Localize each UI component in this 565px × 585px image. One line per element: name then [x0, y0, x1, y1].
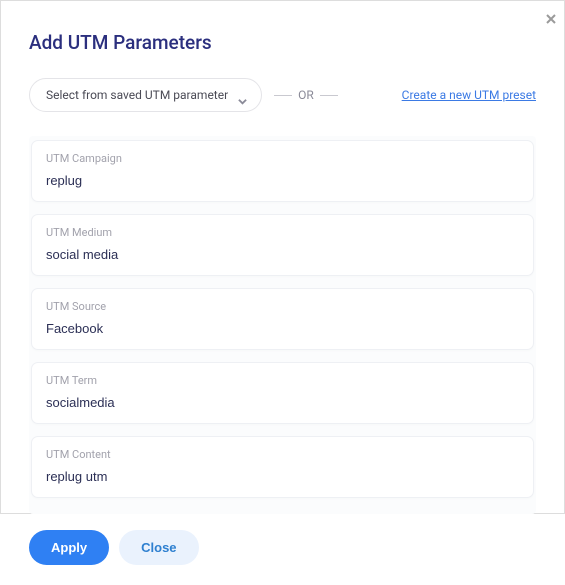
utm-medium-input[interactable]	[46, 247, 519, 262]
preset-row: Select from saved UTM parameter OR Creat…	[29, 78, 536, 112]
create-preset-link[interactable]: Create a new UTM preset	[402, 88, 536, 102]
apply-button[interactable]: Apply	[29, 530, 109, 565]
close-button[interactable]: Close	[119, 530, 198, 565]
field-label: UTM Campaign	[46, 152, 519, 165]
field-label: UTM Source	[46, 300, 519, 313]
utm-medium-field[interactable]: UTM Medium	[31, 214, 534, 276]
field-label: UTM Term	[46, 374, 519, 387]
close-icon[interactable]	[546, 9, 556, 28]
fields-container: UTM Campaign UTM Medium UTM Source UTM T…	[29, 136, 536, 514]
utm-source-field[interactable]: UTM Source	[31, 288, 534, 350]
utm-source-input[interactable]	[46, 321, 519, 336]
utm-campaign-input[interactable]	[46, 173, 519, 188]
modal-title: Add UTM Parameters	[29, 31, 536, 54]
saved-utm-dropdown[interactable]: Select from saved UTM parameter	[29, 78, 262, 112]
field-label: UTM Medium	[46, 226, 519, 239]
field-label: UTM Content	[46, 448, 519, 461]
or-label: OR	[298, 88, 314, 102]
utm-content-input[interactable]	[46, 469, 519, 484]
or-separator: OR	[274, 88, 338, 102]
button-row: Apply Close	[29, 530, 536, 565]
utm-term-field[interactable]: UTM Term	[31, 362, 534, 424]
chevron-down-icon	[238, 91, 247, 100]
utm-term-input[interactable]	[46, 395, 519, 410]
dropdown-placeholder: Select from saved UTM parameter	[46, 88, 228, 102]
utm-content-field[interactable]: UTM Content	[31, 436, 534, 498]
utm-campaign-field[interactable]: UTM Campaign	[31, 140, 534, 202]
utm-modal: Add UTM Parameters Select from saved UTM…	[1, 1, 564, 585]
